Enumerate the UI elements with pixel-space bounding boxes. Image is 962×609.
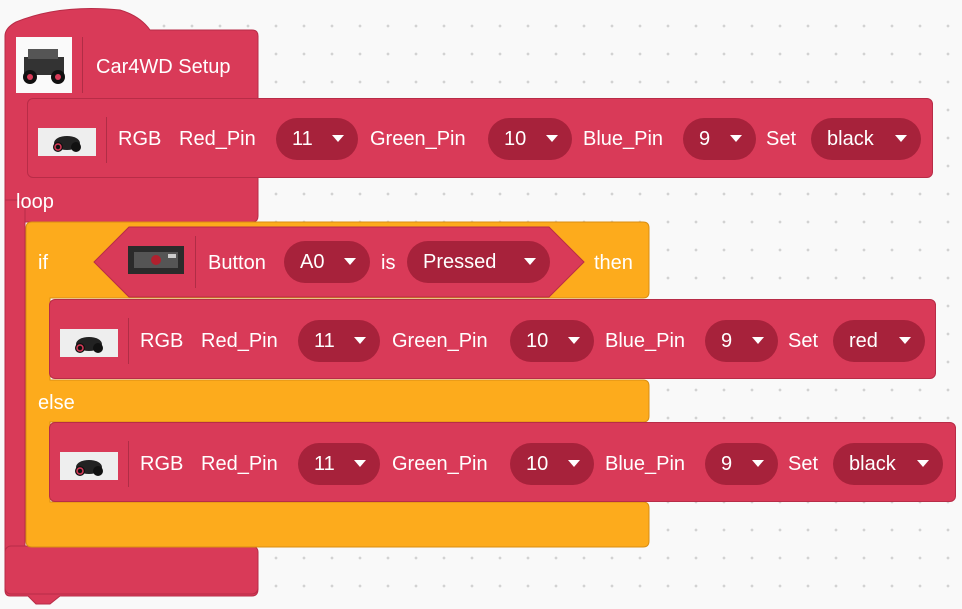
red-pin-label: Red_Pin	[201, 330, 278, 352]
chevron-down-icon	[354, 337, 366, 344]
red-pin-value: 11	[314, 453, 335, 475]
button-state-value: Pressed	[423, 251, 497, 273]
condition-separator	[195, 236, 196, 288]
blue-pin-dropdown[interactable]: 9	[705, 443, 778, 485]
chevron-down-icon	[568, 460, 580, 467]
is-label: is	[381, 252, 396, 274]
button-label: Button	[208, 252, 266, 274]
then-label: then	[594, 252, 633, 274]
green-pin-dropdown[interactable]: 10	[510, 443, 594, 485]
button-pin-dropdown[interactable]: A0	[284, 241, 370, 283]
blue-pin-label: Blue_Pin	[605, 330, 686, 352]
green-pin-value: 10	[526, 453, 549, 475]
if-label: if	[38, 252, 48, 274]
blue-pin-dropdown[interactable]: 9	[705, 320, 778, 362]
chevron-down-icon	[899, 337, 911, 344]
blue-pin-value: 9	[721, 330, 733, 352]
rgb-separator	[128, 318, 129, 364]
chevron-down-icon	[917, 460, 929, 467]
chevron-down-icon	[524, 258, 536, 265]
rgb-label: RGB	[140, 453, 184, 475]
chevron-down-icon	[752, 337, 764, 344]
rgb-label: RGB	[140, 330, 184, 352]
green-pin-label: Green_Pin	[392, 453, 488, 475]
button-pin-value: A0	[300, 251, 325, 273]
button-module-icon	[128, 246, 184, 274]
green-pin-value: 10	[526, 330, 549, 352]
car-wheels-icon	[60, 452, 118, 480]
red-pin-value: 11	[314, 330, 335, 352]
rgb-else-block[interactable]: RGB Red_Pin 11 Green_Pin 10 Blue_Pin 9 S…	[49, 422, 956, 502]
chevron-down-icon	[752, 460, 764, 467]
set-label: Set	[788, 453, 819, 475]
set-label: Set	[788, 330, 819, 352]
else-label: else	[38, 392, 75, 414]
green-pin-label: Green_Pin	[392, 330, 488, 352]
green-pin-dropdown[interactable]: 10	[510, 320, 594, 362]
button-state-dropdown[interactable]: Pressed	[407, 241, 550, 283]
rgb-separator	[128, 441, 129, 487]
rgb-then-block[interactable]: RGB Red_Pin 11 Green_Pin 10 Blue_Pin 9 S…	[49, 299, 936, 379]
chevron-down-icon	[354, 460, 366, 467]
chevron-down-icon	[344, 258, 356, 265]
red-pin-dropdown[interactable]: 11	[298, 443, 380, 485]
blue-pin-label: Blue_Pin	[605, 453, 686, 475]
chevron-down-icon	[568, 337, 580, 344]
color-value: black	[849, 453, 896, 475]
color-value: red	[849, 330, 878, 352]
red-pin-dropdown[interactable]: 11	[298, 320, 380, 362]
color-dropdown[interactable]: red	[833, 320, 925, 362]
color-dropdown[interactable]: black	[833, 443, 943, 485]
blue-pin-value: 9	[721, 453, 733, 475]
car-wheels-icon	[60, 329, 118, 357]
red-pin-label: Red_Pin	[201, 453, 278, 475]
